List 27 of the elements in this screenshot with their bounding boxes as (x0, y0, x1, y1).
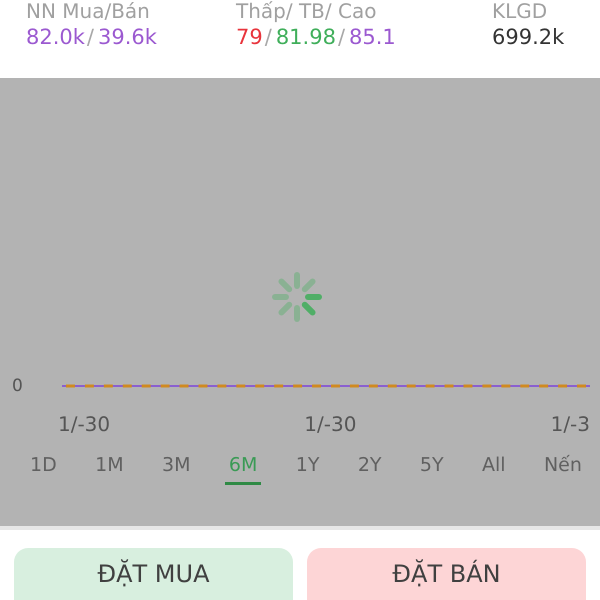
y-axis-label: 0 (12, 376, 24, 396)
range-tab[interactable]: 5Y (416, 452, 448, 485)
range-tab[interactable]: 1M (91, 452, 128, 485)
separator-slash: / (86, 25, 94, 49)
range-tab[interactable]: 6M (224, 452, 262, 485)
sell-button[interactable]: ĐẶT BÁN (307, 548, 586, 600)
x-axis-label: 1/-30 (304, 412, 356, 436)
range-tab[interactable]: 1Y (292, 452, 324, 485)
stat-label: Thấp/ TB/ Cao (236, 0, 378, 22)
range-tab[interactable]: Nến (540, 452, 586, 485)
separator-slash: / (264, 25, 272, 49)
buy-button[interactable]: ĐẶT MUA (14, 548, 293, 600)
stat-label: NN Mua/Bán (26, 0, 151, 22)
range-tab[interactable]: All (478, 452, 510, 485)
stat-value: 79 (236, 24, 263, 50)
range-tab[interactable]: 2Y (354, 452, 386, 485)
separator-slash: / (338, 25, 346, 49)
stat-value: 39.6k (98, 24, 157, 50)
x-axis-label: 1/-3 (550, 412, 590, 436)
stat-value: 81.98 (276, 24, 336, 50)
range-tab[interactable]: 1D (26, 452, 61, 485)
range-tab[interactable]: 3M (158, 452, 194, 485)
stat-value: 82.0k (26, 24, 85, 50)
stat-label: KLGD (492, 0, 548, 22)
stat-value: 699.2k (492, 24, 564, 50)
x-axis-label: 1/-30 (58, 412, 110, 436)
stat-value: 85.1 (349, 24, 396, 50)
